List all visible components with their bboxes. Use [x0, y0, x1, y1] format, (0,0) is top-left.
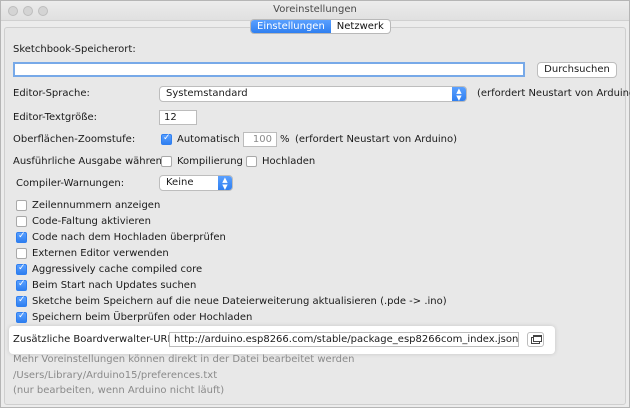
compiler-warnings-value: Keine [166, 177, 194, 188]
zoom-auto-label: Automatisch [177, 134, 240, 145]
browse-button[interactable]: Durchsuchen [537, 62, 617, 78]
zoom-unit: % [280, 134, 290, 145]
verbose-compile-checkbox[interactable] [161, 156, 172, 167]
option-label: Zeilennummern anzeigen [32, 200, 161, 211]
option-label: Externen Editor verwenden [32, 248, 169, 259]
board-urls-label: Zusätzliche Boardverwalter-URLs: [13, 334, 182, 345]
title-bar: Voreinstellungen [1, 1, 629, 21]
compiler-warnings-select[interactable]: Keine ▲ ▼ [159, 175, 233, 191]
option-checkbox-save-on-verify[interactable] [16, 311, 27, 323]
option-checkbox-cache-core[interactable] [16, 263, 27, 275]
window-title: Voreinstellungen [273, 4, 357, 15]
option-label: Beim Start nach Updates suchen [32, 280, 197, 291]
window-stack-icon [533, 335, 542, 342]
tab-bar: Einstellungen Netzwerk [250, 19, 391, 34]
zoom-label: Oberflächen-Zoomstufe: [13, 134, 136, 145]
option-label: Code-Faltung aktivieren [32, 216, 151, 227]
sketchbook-label: Sketchbook-Speicherort: [13, 44, 136, 55]
editor-language-select[interactable]: Systemstandard ▲ ▼ [159, 86, 467, 102]
verbose-compile-label: Kompilierung [177, 156, 243, 167]
zoom-note: (erfordert Neustart von Arduino) [295, 134, 458, 145]
chevron-updown-icon: ▲ ▼ [452, 87, 466, 102]
option-checkbox-code-folding[interactable] [16, 216, 27, 227]
option-label: Speichern beim Überprüfen oder Hochladen [32, 312, 253, 323]
font-size-input[interactable]: 12 [159, 110, 197, 125]
zoom-auto-checkbox[interactable] [161, 133, 172, 145]
sketchbook-path-input[interactable] [13, 62, 525, 77]
option-label: Aggressively cache compiled core [32, 264, 203, 275]
editor-language-note: (erfordert Neustart von Arduino) [477, 88, 630, 99]
settings-panel: Sketchbook-Speicherort: Durchsuchen Edit… [4, 27, 630, 405]
font-size-label: Editor-Textgröße: [13, 112, 98, 123]
tab-einstellungen[interactable]: Einstellungen [251, 20, 331, 33]
option-checkbox-external-editor[interactable] [16, 248, 27, 259]
option-label: Sketche beim Speichern auf die neue Date… [32, 296, 447, 307]
zoom-value-input[interactable]: 100 [243, 132, 277, 147]
board-urls-input[interactable]: http://arduino.esp8266.com/stable/packag… [169, 332, 519, 347]
option-checkbox-line-numbers[interactable] [16, 200, 27, 211]
compiler-warnings-label: Compiler-Warnungen: [16, 178, 125, 189]
option-label: Code nach dem Hochladen überprüfen [32, 232, 226, 243]
footer-info: Mehr Voreinstellungen können direkt in d… [13, 354, 355, 365]
editor-language-value: Systemstandard [166, 88, 248, 99]
editor-language-label: Editor-Sprache: [13, 88, 90, 99]
preferences-file-path[interactable]: /Users/Library/Arduino15/preferences.txt [13, 370, 217, 381]
chevron-updown-icon: ▲ ▼ [218, 176, 232, 191]
option-checkbox-check-updates[interactable] [16, 279, 27, 291]
option-checkbox-update-extension[interactable] [16, 295, 27, 307]
tab-netzwerk[interactable]: Netzwerk [331, 20, 390, 33]
option-checkbox-verify-upload[interactable] [16, 231, 27, 243]
preferences-window: Voreinstellungen Sketchbook-Speicherort:… [0, 0, 630, 408]
board-urls-edit-button[interactable] [527, 332, 544, 347]
verbose-upload-label: Hochladen [262, 156, 316, 167]
footer-note: (nur bearbeiten, wenn Arduino nicht läuf… [13, 385, 225, 396]
verbose-label: Ausführliche Ausgabe während: [13, 156, 172, 167]
verbose-upload-checkbox[interactable] [246, 156, 257, 167]
